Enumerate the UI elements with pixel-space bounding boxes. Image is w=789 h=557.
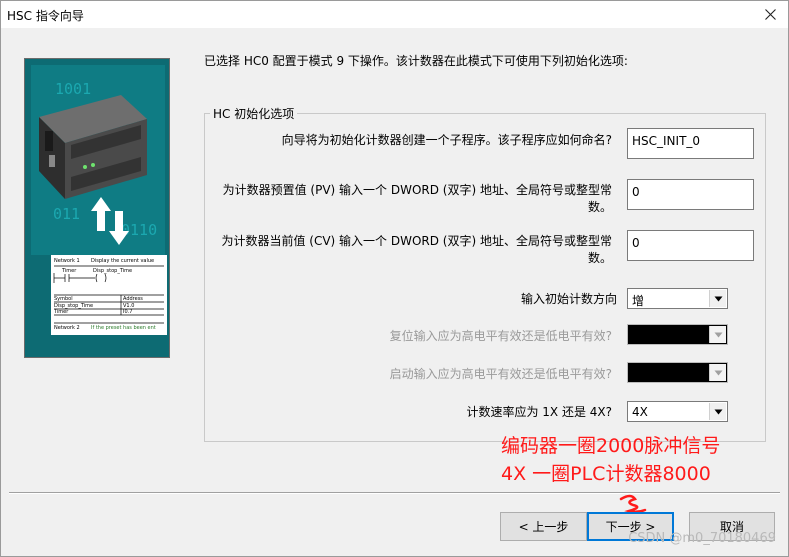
close-button[interactable] <box>752 1 788 28</box>
ladder-contact-label: Timer <box>61 268 77 274</box>
watermark: CSDN @m0_70180469 <box>628 531 776 546</box>
chevron-down-icon[interactable] <box>709 364 726 381</box>
current-value-label-line2: 数。 <box>587 251 612 265</box>
count-rate-label: 计数速率应为 1X 还是 4X? <box>466 405 612 419</box>
ladder-network-2-comment: If the preset has been ent <box>91 325 156 331</box>
preset-value-label-line1: 为计数器预置值 (PV) 输入一个 DWORD (双字) 地址、全局符号或整型常 <box>222 183 612 197</box>
group-legend: HC 初始化选项 <box>210 105 298 122</box>
ladder-network-2: Network 2 <box>54 325 80 331</box>
prev-button[interactable]: < 上一步 <box>500 512 587 541</box>
title-bar[interactable]: HSC 指令向导 <box>1 1 788 28</box>
current-value-input[interactable]: 0 <box>627 230 754 261</box>
plc-illustration: 1001 10 011 011 0110 Network 1 Di <box>24 58 170 358</box>
hc-init-options-group <box>204 113 766 442</box>
preset-value-label: 为计数器预置值 (PV) 输入一个 DWORD (双字) 地址、全局符号或整型常… <box>216 182 612 216</box>
ladder-table-address-2: I0.7 <box>123 309 132 315</box>
count-direction-value: 增 <box>632 294 645 308</box>
start-level-label: 启动输入应为高电平有效还是低电平有效? <box>389 367 612 381</box>
count-rate-value: 4X <box>632 405 648 419</box>
ladder-network-1-comment: Display the current value <box>91 258 154 264</box>
annotation-line-2: 4X 一圈PLC计数器8000 <box>501 463 711 485</box>
preset-value-input[interactable]: 0 <box>627 179 754 210</box>
window-title: HSC 指令向导 <box>7 9 84 23</box>
annotation-line-1: 编码器一圈2000脉冲信号 <box>501 435 721 457</box>
hsc-wizard-window: HSC 指令向导 1001 10 011 011 0110 <box>0 0 789 557</box>
ladder-coil-label: Disp_stop_Time <box>93 268 132 274</box>
reset-level-label: 复位输入应为高电平有效还是低电平有效? <box>389 329 612 343</box>
close-icon <box>764 9 776 20</box>
count-direction-select[interactable]: 增 <box>627 288 728 309</box>
reset-level-select[interactable] <box>627 324 728 345</box>
start-level-select[interactable] <box>627 362 728 383</box>
button-separator <box>9 492 780 494</box>
count-direction-label: 输入初始计数方向 <box>520 292 617 306</box>
binary-digits-5: 0110 <box>121 221 157 239</box>
subroutine-name-input[interactable]: HSC_INIT_0 <box>627 128 754 159</box>
plc-picture-graphic: 1001 10 011 011 0110 Network 1 Di <box>25 59 169 357</box>
subroutine-name-label: 向导将为初始化计数器创建一个子程序。该子程序应如何命名? <box>281 133 612 147</box>
current-value-label-line1: 为计数器当前值 (CV) 输入一个 DWORD (双字) 地址、全局符号或整型常 <box>221 234 612 248</box>
ladder-table-header-symbol: Symbol <box>54 296 73 302</box>
preset-value-label-line2: 数。 <box>587 200 612 214</box>
binary-digits-4: 011 <box>53 205 80 223</box>
chevron-down-icon[interactable] <box>709 326 726 343</box>
count-rate-select[interactable]: 4X <box>627 401 728 422</box>
ladder-network-1: Network 1 <box>54 258 80 264</box>
ladder-table-header-address: Address <box>123 296 143 302</box>
ladder-table-symbol-2: Timer <box>53 309 69 315</box>
chevron-down-icon[interactable] <box>709 403 726 420</box>
current-value-label: 为计数器当前值 (CV) 输入一个 DWORD (双字) 地址、全局符号或整型常… <box>216 233 612 267</box>
binary-digits-1: 1001 <box>55 80 91 98</box>
intro-text: 已选择 HC0 配置于模式 9 下操作。该计数器在此模式下可使用下列初始化选项: <box>204 54 628 68</box>
chevron-down-icon[interactable] <box>709 290 726 307</box>
